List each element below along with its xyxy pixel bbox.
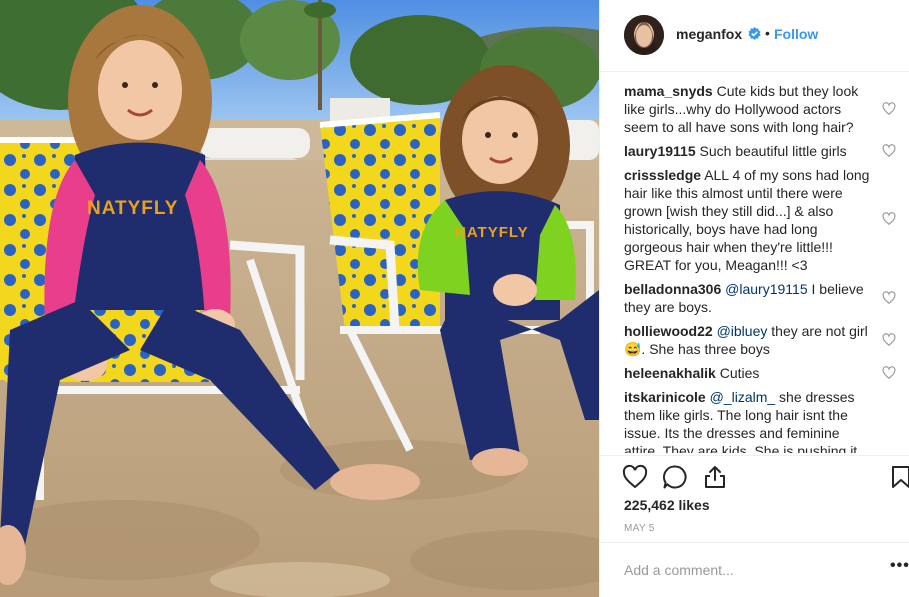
comment-item: crisssledge ALL 4 of my sons had long ha…: [624, 166, 874, 274]
post-actions: [600, 455, 909, 495]
shirt-brand-right: NATYFLY: [455, 224, 529, 241]
comment-item: holliewood22 @ibluey they are not girl 😅…: [624, 322, 874, 358]
speech-bubble-icon[interactable]: [662, 464, 688, 490]
post-date[interactable]: MAY 5: [624, 523, 655, 534]
comment-like-heart-icon[interactable]: [882, 366, 896, 380]
post-side-panel: meganfox • Follow mama_snyds Cute kids b…: [599, 0, 909, 597]
follow-button[interactable]: Follow: [774, 26, 818, 42]
comment-username[interactable]: heleenakhalik: [624, 365, 716, 381]
comment-text: Such beautiful little girls: [699, 143, 847, 159]
comment-item: mama_snyds Cute kids but they look like …: [624, 82, 874, 136]
comment-item: belladonna306 @laury19115 I believe they…: [624, 280, 874, 316]
comment-username[interactable]: laury19115: [624, 143, 696, 159]
add-comment-bar: •••: [600, 542, 909, 597]
comment-mention[interactable]: @laury19115: [725, 281, 807, 297]
separator-dot: •: [765, 25, 770, 41]
heart-outline-icon[interactable]: [622, 464, 648, 490]
comment-username[interactable]: crisssledge: [624, 167, 701, 183]
shirt-brand-left: NATYFLY: [87, 198, 178, 219]
more-options-button[interactable]: •••: [890, 557, 909, 575]
comment-username[interactable]: holliewood22: [624, 323, 713, 339]
verified-badge-icon: [748, 27, 761, 40]
comment-like-heart-icon[interactable]: [882, 212, 896, 226]
post-header: meganfox • Follow: [600, 0, 909, 72]
comments-list[interactable]: mama_snyds Cute kids but they look like …: [600, 73, 909, 453]
comment-like-heart-icon[interactable]: [882, 333, 896, 347]
photo-illustration: NATYFLY NATYFLY: [0, 0, 599, 597]
comment-username[interactable]: belladonna306: [624, 281, 721, 297]
comment-username[interactable]: mama_snyds: [624, 83, 713, 99]
share-upload-icon[interactable]: [702, 464, 728, 490]
avatar[interactable]: [624, 15, 664, 55]
comment-item: heleenakhalik Cuties: [624, 364, 874, 382]
likes-count[interactable]: 225,462 likes: [624, 497, 710, 513]
comment-item: laury19115 Such beautiful little girls: [624, 142, 874, 160]
comment-item: itskarinicole @_lizalm_ she dresses them…: [624, 388, 874, 453]
comment-mention[interactable]: @_lizalm_: [710, 389, 776, 405]
post-photo[interactable]: NATYFLY NATYFLY: [0, 0, 599, 597]
comment-username[interactable]: itskarinicole: [624, 389, 706, 405]
comment-text: Cuties: [719, 365, 760, 381]
bookmark-icon[interactable]: [888, 464, 909, 490]
comment-mention[interactable]: @ibluey: [717, 323, 768, 339]
add-comment-input[interactable]: [624, 560, 854, 580]
comment-like-heart-icon[interactable]: [882, 102, 896, 116]
comment-like-heart-icon[interactable]: [882, 144, 896, 158]
comment-like-heart-icon[interactable]: [882, 291, 896, 305]
post-username[interactable]: meganfox: [676, 26, 742, 42]
avatar-image: [624, 15, 664, 55]
